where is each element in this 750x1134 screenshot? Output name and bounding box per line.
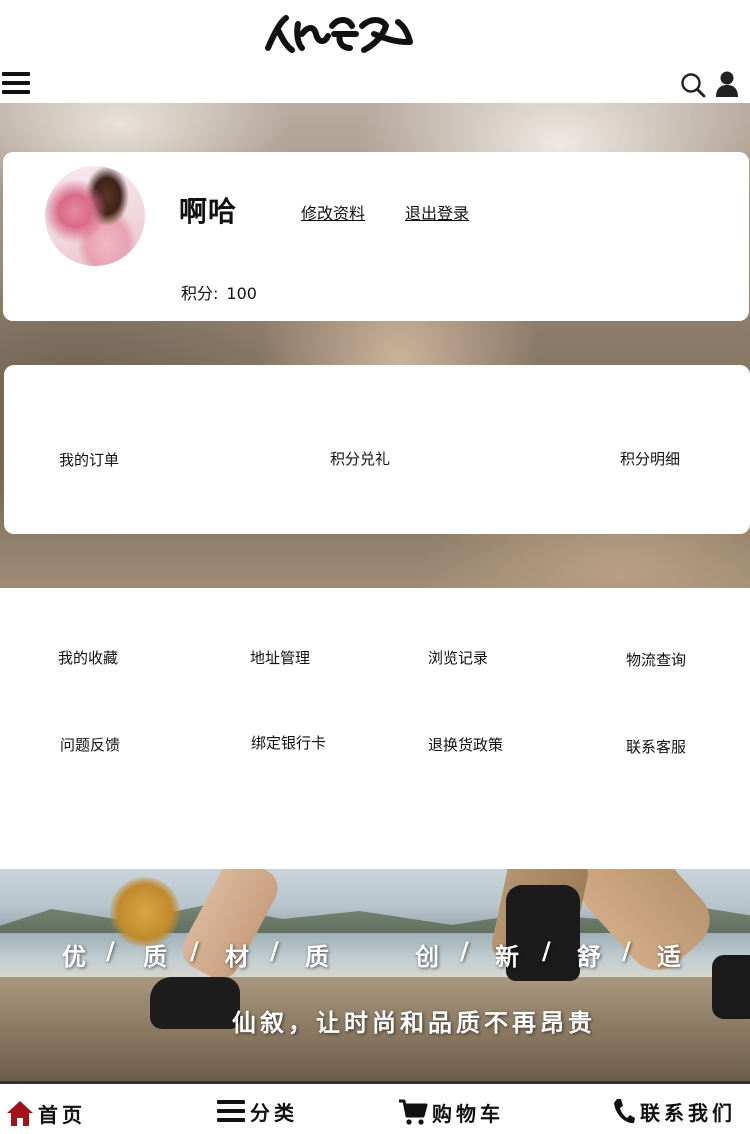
- slogan-char: /: [542, 937, 551, 965]
- tab-home[interactable]: 首页: [6, 1098, 86, 1128]
- tab-contact[interactable]: 联系我们: [612, 1096, 736, 1126]
- logistics-tracking-link[interactable]: 物流查询: [626, 649, 686, 670]
- services-grid: 我的收藏 地址管理 浏览记录 物流查询 问题反馈 绑定银行卡 退换货政策 联系客…: [0, 588, 750, 869]
- points-label: 积分:: [181, 284, 219, 303]
- brand-logo[interactable]: [258, 4, 432, 60]
- feedback-link[interactable]: 问题反馈: [60, 734, 120, 755]
- tab-cart[interactable]: 购物车: [398, 1097, 504, 1127]
- phone-icon: [614, 1099, 635, 1124]
- menu-list-icon: [217, 1100, 245, 1122]
- customer-service-link[interactable]: 联系客服: [626, 736, 686, 757]
- banner-slogan: 优 / 质 / 材 / 质 创 / 新 / 舒 / 适: [0, 937, 750, 973]
- brand-logo-mark: [265, 15, 413, 53]
- banner-boot: [150, 977, 240, 1029]
- my-orders-link[interactable]: 我的订单: [59, 449, 119, 470]
- search-icon[interactable]: [680, 72, 706, 98]
- tab-contact-label: 联系我们: [640, 1100, 736, 1125]
- slogan-char: 新: [495, 943, 519, 971]
- logout-link[interactable]: 退出登录: [405, 200, 469, 224]
- slogan-char: /: [622, 937, 631, 965]
- promo-banner[interactable]: 优 / 质 / 材 / 质 创 / 新 / 舒 / 适 仙叙，让时尚和品质不再昂…: [0, 869, 750, 1081]
- slogan-char: /: [270, 937, 279, 965]
- hamburger-menu-icon[interactable]: [2, 72, 30, 98]
- slogan-char: /: [190, 937, 199, 965]
- bottom-tab-bar: 首页 分类 购物车 联系我们: [0, 1081, 750, 1134]
- browsing-history-link[interactable]: 浏览记录: [428, 647, 488, 668]
- points-display: 积分: 100: [181, 280, 257, 304]
- slogan-char: /: [460, 937, 469, 965]
- address-management-link[interactable]: 地址管理: [250, 647, 310, 668]
- points-detail-link[interactable]: 积分明细: [620, 448, 680, 469]
- tab-home-label: 首页: [38, 1102, 86, 1127]
- edit-profile-link[interactable]: 修改资料: [301, 200, 365, 224]
- cart-icon: [399, 1099, 428, 1125]
- points-redeem-link[interactable]: 积分兑礼: [330, 448, 390, 469]
- slogan-char: /: [106, 937, 115, 965]
- slogan-char: 质: [305, 943, 329, 971]
- user-icon[interactable]: [714, 70, 740, 98]
- bind-bank-card-link[interactable]: 绑定银行卡: [251, 732, 326, 753]
- username: 啊哈: [179, 195, 238, 228]
- home-icon: [7, 1101, 33, 1126]
- slogan-char: 质: [143, 943, 167, 971]
- slogan-char: 优: [62, 943, 86, 971]
- favorites-link[interactable]: 我的收藏: [58, 647, 118, 668]
- order-card: 我的订单 积分兑礼 积分明细: [4, 365, 750, 534]
- profile-card: 啊哈 修改资料 退出登录 积分: 100: [3, 152, 749, 321]
- banner-tagline: 仙叙，让时尚和品质不再昂贵: [232, 1009, 596, 1037]
- tab-cart-label: 购物车: [432, 1101, 504, 1126]
- return-policy-link[interactable]: 退换货政策: [428, 734, 503, 755]
- header: [0, 0, 750, 103]
- slogan-char: 舒: [577, 943, 601, 971]
- points-value: 100: [226, 284, 257, 303]
- tab-category-label: 分类: [250, 1100, 298, 1125]
- avatar[interactable]: [45, 166, 145, 266]
- tab-category[interactable]: 分类: [216, 1096, 298, 1126]
- slogan-char: 材: [225, 943, 249, 971]
- slogan-char: 适: [657, 943, 681, 971]
- slogan-char: 创: [415, 943, 439, 971]
